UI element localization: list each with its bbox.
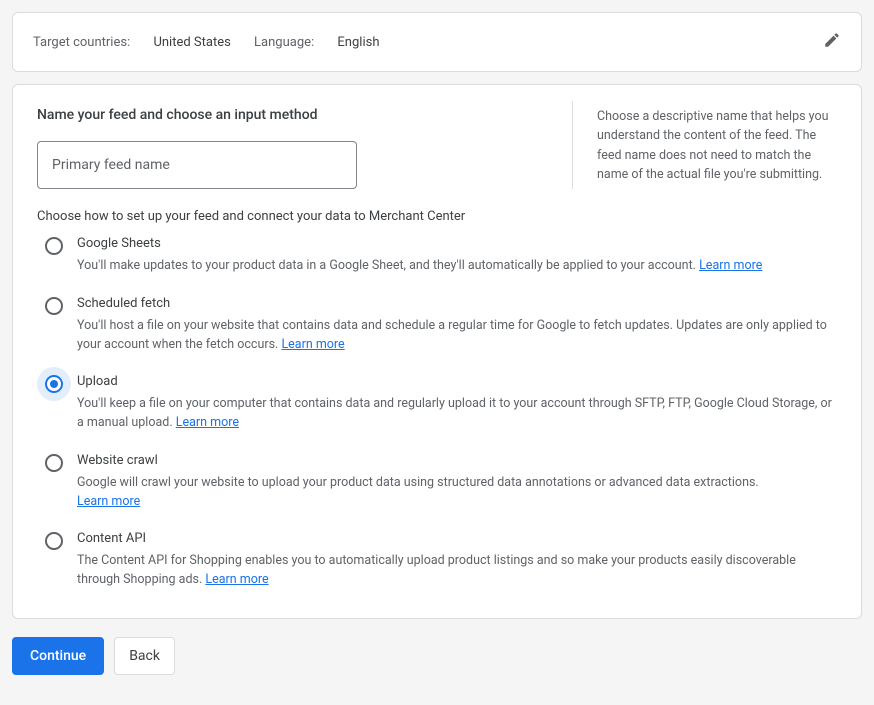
target-countries-value: United States (153, 35, 230, 50)
button-row: Continue Back (12, 637, 862, 675)
radio-title: Website crawl (77, 453, 837, 468)
help-text: Choose a descriptive name that helps you… (597, 107, 837, 185)
feed-name-input[interactable] (37, 141, 357, 189)
input-method-radio-group: Google Sheets You'll make updates to you… (37, 236, 837, 590)
main-card: Name your feed and choose an input metho… (12, 84, 862, 619)
continue-button[interactable]: Continue (12, 637, 104, 675)
radio-title: Google Sheets (77, 236, 837, 251)
learn-more-link[interactable]: Learn more (77, 494, 140, 509)
language-value: English (337, 35, 379, 50)
radio-description: You'll make updates to your product data… (77, 258, 696, 273)
input-method-label: Choose how to set up your feed and conne… (37, 209, 837, 224)
summary-card: Target countries: United States Language… (12, 12, 862, 72)
radio-icon (45, 454, 63, 472)
back-button[interactable]: Back (114, 637, 175, 675)
radio-title: Scheduled fetch (77, 296, 837, 311)
radio-website-crawl[interactable]: Website crawl Google will crawl your web… (37, 453, 837, 512)
radio-upload[interactable]: Upload You'll keep a file on your comput… (37, 374, 837, 433)
radio-content-api[interactable]: Content API The Content API for Shopping… (37, 531, 837, 590)
language-label: Language: (254, 35, 314, 50)
learn-more-link[interactable]: Learn more (205, 572, 268, 587)
target-countries-label: Target countries: (33, 35, 130, 50)
radio-icon (45, 375, 63, 393)
learn-more-link[interactable]: Learn more (281, 337, 344, 352)
learn-more-link[interactable]: Learn more (176, 415, 239, 430)
section-heading: Name your feed and choose an input metho… (37, 107, 548, 123)
radio-title: Upload (77, 374, 837, 389)
radio-description: Google will crawl your website to upload… (77, 475, 759, 490)
summary-text: Target countries: United States Language… (33, 35, 379, 50)
radio-title: Content API (77, 531, 837, 546)
radio-icon (45, 237, 63, 255)
radio-description: The Content API for Shopping enables you… (77, 553, 796, 587)
radio-icon (45, 297, 63, 315)
radio-scheduled-fetch[interactable]: Scheduled fetch You'll host a file on yo… (37, 296, 837, 355)
radio-description: You'll host a file on your website that … (77, 318, 827, 352)
learn-more-link[interactable]: Learn more (699, 258, 762, 273)
radio-google-sheets[interactable]: Google Sheets You'll make updates to you… (37, 236, 837, 276)
radio-icon (45, 532, 63, 550)
vertical-divider (572, 101, 573, 189)
edit-icon[interactable] (823, 31, 841, 53)
